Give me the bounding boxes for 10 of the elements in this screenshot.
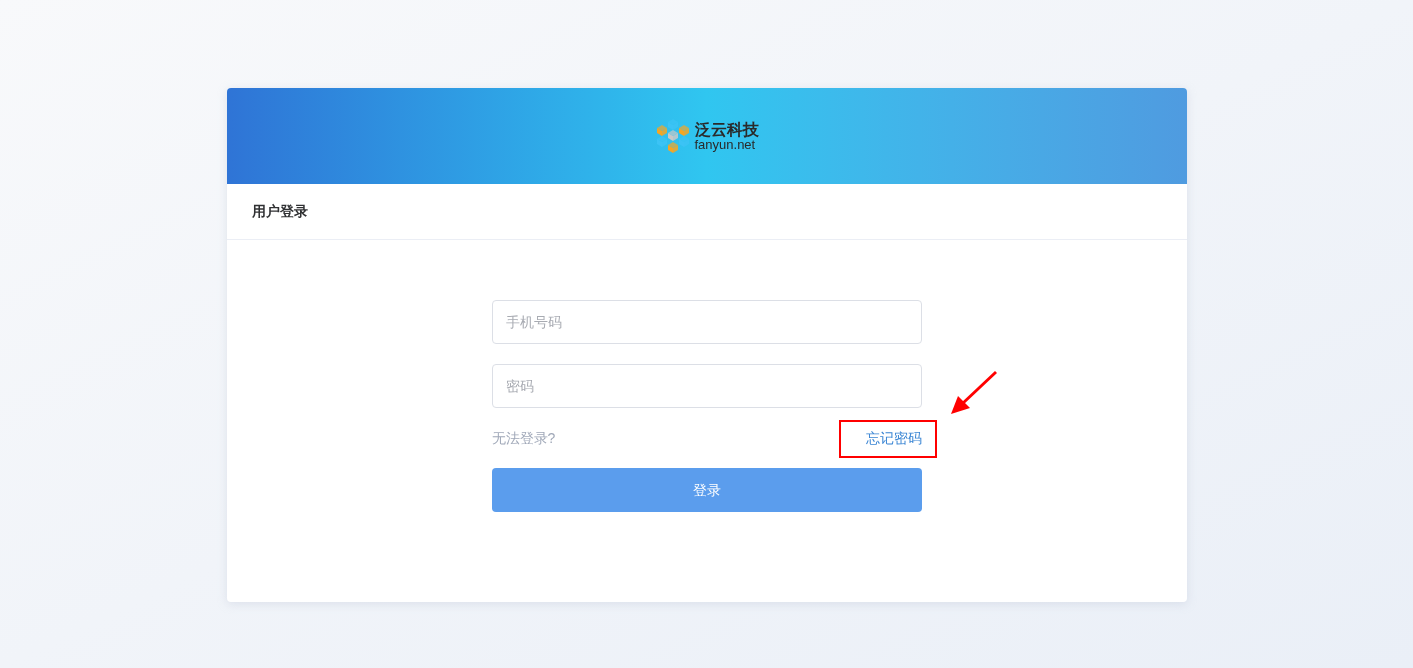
input-field[interactable]: 手机号码 [491, 300, 922, 344]
logo-name: 泛云科技 [694, 121, 759, 138]
forgot-password-link[interactable]: 忘记密码 [865, 427, 922, 449]
help-link[interactable]: 无法登录? [491, 427, 556, 449]
card-title: 用户登录 [251, 202, 308, 221]
arrow-icon [949, 370, 998, 416]
logo-icon [654, 118, 691, 154]
input-field[interactable]: 密码 [491, 364, 922, 408]
logo-domain: fanyun.net [694, 137, 756, 151]
login-button[interactable]: 登录 [491, 468, 922, 512]
